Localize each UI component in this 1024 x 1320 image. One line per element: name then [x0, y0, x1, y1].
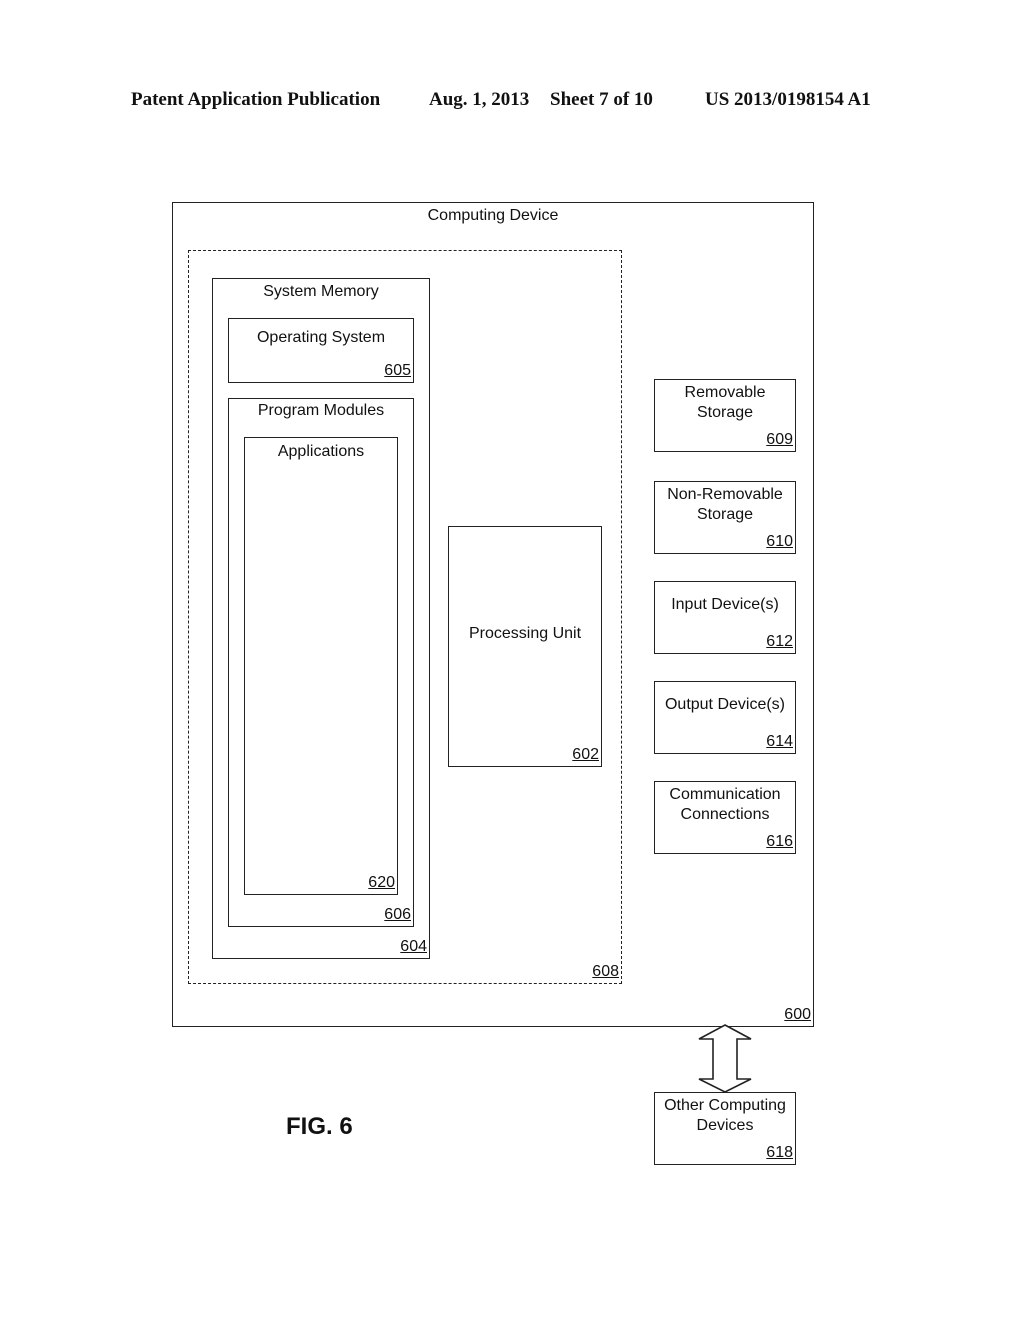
communication-connections-box: Communication Connections 616	[654, 781, 796, 854]
communication-connections-label: Communication Connections	[669, 786, 781, 823]
input-devices-label: Input Device(s)	[671, 596, 779, 613]
operating-system-label: Operating System	[256, 329, 386, 346]
double-arrow-icon	[698, 1024, 752, 1093]
operating-system-ref: 605	[384, 362, 411, 379]
removable-storage-ref: 609	[766, 431, 793, 448]
removable-storage-label: Removable Storage	[684, 384, 766, 421]
input-devices-ref: 612	[766, 633, 793, 650]
program-modules-label: Program Modules	[257, 402, 385, 419]
non-removable-storage-label: Non-Removable Storage	[667, 486, 783, 523]
processing-unit-ref: 602	[572, 746, 599, 763]
header-publication: Patent Application Publication	[131, 89, 381, 110]
program-modules-ref: 606	[384, 906, 411, 923]
output-devices-label: Output Device(s)	[664, 696, 786, 713]
processing-unit-box: Processing Unit 602	[448, 526, 602, 767]
system-memory-label: System Memory	[263, 283, 379, 300]
basic-configuration-ref: 608	[592, 963, 619, 980]
computing-device-label: Computing Device	[427, 207, 559, 224]
non-removable-storage-ref: 610	[766, 533, 793, 550]
removable-storage-box: Removable Storage 609	[654, 379, 796, 452]
other-computing-devices-ref: 618	[766, 1144, 793, 1161]
other-computing-devices-box: Other Computing Devices 618	[654, 1092, 796, 1165]
applications-label: Applications	[277, 443, 365, 460]
output-devices-box: Output Device(s) 614	[654, 681, 796, 754]
header-patent-number: US 2013/0198154 A1	[705, 89, 871, 110]
operating-system-box: Operating System 605	[228, 318, 414, 383]
output-devices-ref: 614	[766, 733, 793, 750]
header-date: Aug. 1, 2013	[429, 89, 530, 110]
non-removable-storage-box: Non-Removable Storage 610	[654, 481, 796, 554]
figure-label: FIG. 6	[286, 1113, 353, 1140]
applications-box: Applications 620	[244, 437, 398, 895]
computing-device-ref: 600	[784, 1006, 811, 1023]
processing-unit-label: Processing Unit	[468, 625, 582, 642]
applications-ref: 620	[368, 874, 395, 891]
other-computing-devices-label: Other Computing Devices	[664, 1097, 786, 1134]
system-memory-ref: 604	[400, 938, 427, 955]
communication-connections-ref: 616	[766, 833, 793, 850]
input-devices-box: Input Device(s) 612	[654, 581, 796, 654]
header-sheet: Sheet 7 of 10	[550, 89, 653, 110]
